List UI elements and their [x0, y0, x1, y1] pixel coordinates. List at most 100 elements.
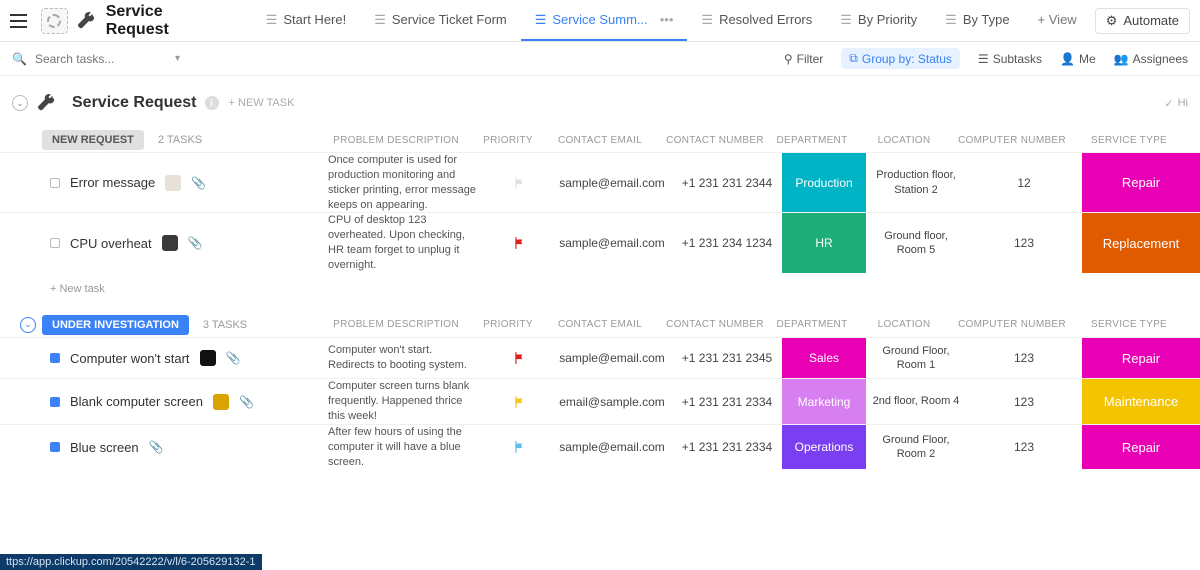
me-button[interactable]: 👤Me [1060, 52, 1096, 66]
group-header: NEW REQUEST2 TASKSPROBLEM DESCRIPTIONPRI… [0, 122, 1200, 152]
new-task-button[interactable]: + NEW TASK [229, 97, 295, 109]
cell-dept[interactable]: HR [782, 213, 866, 272]
section-head: ⌄ Service Request i + NEW TASK ✓ Hi [0, 76, 1200, 122]
cell-email: sample@email.com [552, 213, 672, 272]
cell-service[interactable]: Repair [1082, 338, 1200, 379]
cell-dept[interactable]: Sales [782, 338, 866, 379]
more-icon[interactable]: ••• [660, 12, 674, 27]
cell-priority[interactable] [488, 425, 552, 470]
attachment-icon[interactable]: 📎 [226, 351, 241, 365]
task-count: 3 TASKS [203, 319, 247, 331]
cell-priority[interactable] [488, 213, 552, 272]
task-name[interactable]: Blue screen [70, 440, 139, 455]
col-service: SERVICE TYPE [1070, 319, 1188, 330]
workspace-icon[interactable] [41, 8, 68, 34]
new-task-button[interactable]: + New task [0, 273, 1200, 307]
task-row[interactable]: Blue screen 📎 After few hours of using the… [0, 424, 1200, 470]
tab-label: By Type [963, 12, 1010, 27]
add-view-button[interactable]: + View [1024, 0, 1091, 41]
cell-priority[interactable] [488, 338, 552, 379]
cell-service[interactable]: Maintenance [1082, 379, 1200, 424]
cell-service[interactable]: Replacement [1082, 213, 1200, 272]
search-wrap: 🔍 ▾ [12, 51, 180, 67]
tab-service-ticket-form[interactable]: ☰Service Ticket Form [360, 0, 521, 41]
status-square-icon[interactable] [50, 397, 60, 407]
status-square-icon[interactable] [50, 238, 60, 248]
attachment-icon[interactable]: 📎 [191, 176, 206, 190]
group-icon: ⧉ [849, 51, 858, 66]
cell-email: sample@email.com [552, 153, 672, 212]
task-name[interactable]: Blank computer screen [70, 394, 203, 409]
collapse-all-icon[interactable]: ⌄ [12, 95, 28, 111]
status-chip[interactable]: NEW REQUEST [42, 130, 144, 150]
task-name[interactable]: Error message [70, 175, 155, 190]
task-left: Blank computer screen 📎 [0, 379, 328, 424]
status-square-icon[interactable] [50, 353, 60, 363]
cell-location: Production floor, Station 2 [866, 153, 966, 212]
task-thumb-icon [162, 235, 178, 251]
me-label: Me [1079, 52, 1096, 66]
status-square-icon[interactable] [50, 442, 60, 452]
cell-priority[interactable] [488, 379, 552, 424]
cell-computer: 123 [966, 425, 1082, 470]
list-toolbar: 🔍 ▾ ⚲Filter ⧉Group by: Status ☰Subtasks … [0, 42, 1200, 76]
menu-icon[interactable] [10, 14, 27, 28]
subtasks-button[interactable]: ☰Subtasks [978, 52, 1042, 66]
tab-service-summ-[interactable]: ☰Service Summ...••• [521, 0, 688, 41]
attachment-icon[interactable]: 📎 [239, 395, 254, 409]
cell-computer: 123 [966, 379, 1082, 424]
cell-computer: 12 [966, 153, 1082, 212]
group-header: ⌄ UNDER INVESTIGATION 3 TASKS PROBLEM DESCR… [0, 307, 1200, 337]
task-row[interactable]: Error message📎Once computer is used for … [0, 152, 1200, 212]
col-dept: DEPARTMENT [770, 319, 854, 330]
status-square-icon[interactable] [50, 178, 60, 188]
assignees-button[interactable]: 👥Assignees [1114, 52, 1188, 66]
filter-button[interactable]: ⚲Filter [784, 52, 823, 66]
cell-desc: CPU of desktop 123 overheated. Upon chec… [328, 213, 488, 272]
cell-service[interactable]: Repair [1082, 153, 1200, 212]
cell-service[interactable]: Repair [1082, 425, 1200, 470]
task-thumb-icon [165, 175, 181, 191]
task-row[interactable]: Computer won't start 📎Computer won't star… [0, 337, 1200, 379]
cell-dept[interactable]: Operations [782, 425, 866, 470]
view-tabs: ☰Start Here!☰Service Ticket Form☰Service… [252, 0, 1091, 41]
cell-priority[interactable] [488, 153, 552, 212]
cell-location: Ground floor, Room 5 [866, 213, 966, 272]
section-title: Service Request i [72, 94, 219, 112]
task-left: Computer won't start 📎 [0, 338, 328, 379]
attachment-icon[interactable]: 📎 [149, 440, 164, 454]
tab-start-here-[interactable]: ☰Start Here! [252, 0, 361, 41]
task-name[interactable]: CPU overheat [70, 236, 152, 251]
tab-resolved-errors[interactable]: ☰Resolved Errors [687, 0, 826, 41]
col-desc: PROBLEM DESCRIPTION [316, 135, 476, 146]
attachment-icon[interactable]: 📎 [188, 236, 203, 250]
task-cells: CPU of desktop 123 overheated. Upon chec… [328, 213, 1200, 272]
group-by-button[interactable]: ⧉Group by: Status [841, 48, 960, 69]
wrench-icon [38, 94, 56, 112]
task-row[interactable]: Blank computer screen📎Computer screen tu… [0, 378, 1200, 424]
task-name[interactable]: Computer won't start [70, 351, 190, 366]
collapse-icon[interactable]: ⌄ [20, 317, 36, 333]
toolbar-right: ⚲Filter ⧉Group by: Status ☰Subtasks 👤Me … [784, 48, 1188, 69]
chevron-down-icon[interactable]: ▾ [175, 53, 180, 64]
tab-label: Service Ticket Form [392, 12, 507, 27]
flag-icon [513, 351, 527, 365]
col-desc: PROBLEM DESCRIPTION [316, 319, 476, 330]
hide-button[interactable]: ✓ Hi [1164, 97, 1188, 110]
col-computer: COMPUTER NUMBER [954, 319, 1070, 330]
info-icon[interactable]: i [205, 96, 219, 110]
task-row[interactable]: CPU overheat 📎 CPU of desktop 123 overheat… [0, 212, 1200, 272]
cell-location: Ground Floor, Room 1 [866, 338, 966, 379]
tab-label: Start Here! [283, 12, 346, 27]
search-input[interactable] [33, 51, 153, 67]
tab-label: Resolved Errors [719, 12, 812, 27]
cell-desc: After few hours of using the computer it… [328, 425, 488, 470]
filter-label: Filter [797, 52, 824, 66]
tab-by-type[interactable]: ☰By Type [931, 0, 1023, 41]
col-location: LOCATION [854, 319, 954, 330]
cell-dept[interactable]: Production [782, 153, 866, 212]
cell-dept[interactable]: Marketing [782, 379, 866, 424]
status-chip[interactable]: UNDER INVESTIGATION [42, 315, 189, 335]
automate-button[interactable]: ⚙ Automate [1095, 8, 1190, 34]
tab-by-priority[interactable]: ☰By Priority [826, 0, 931, 41]
